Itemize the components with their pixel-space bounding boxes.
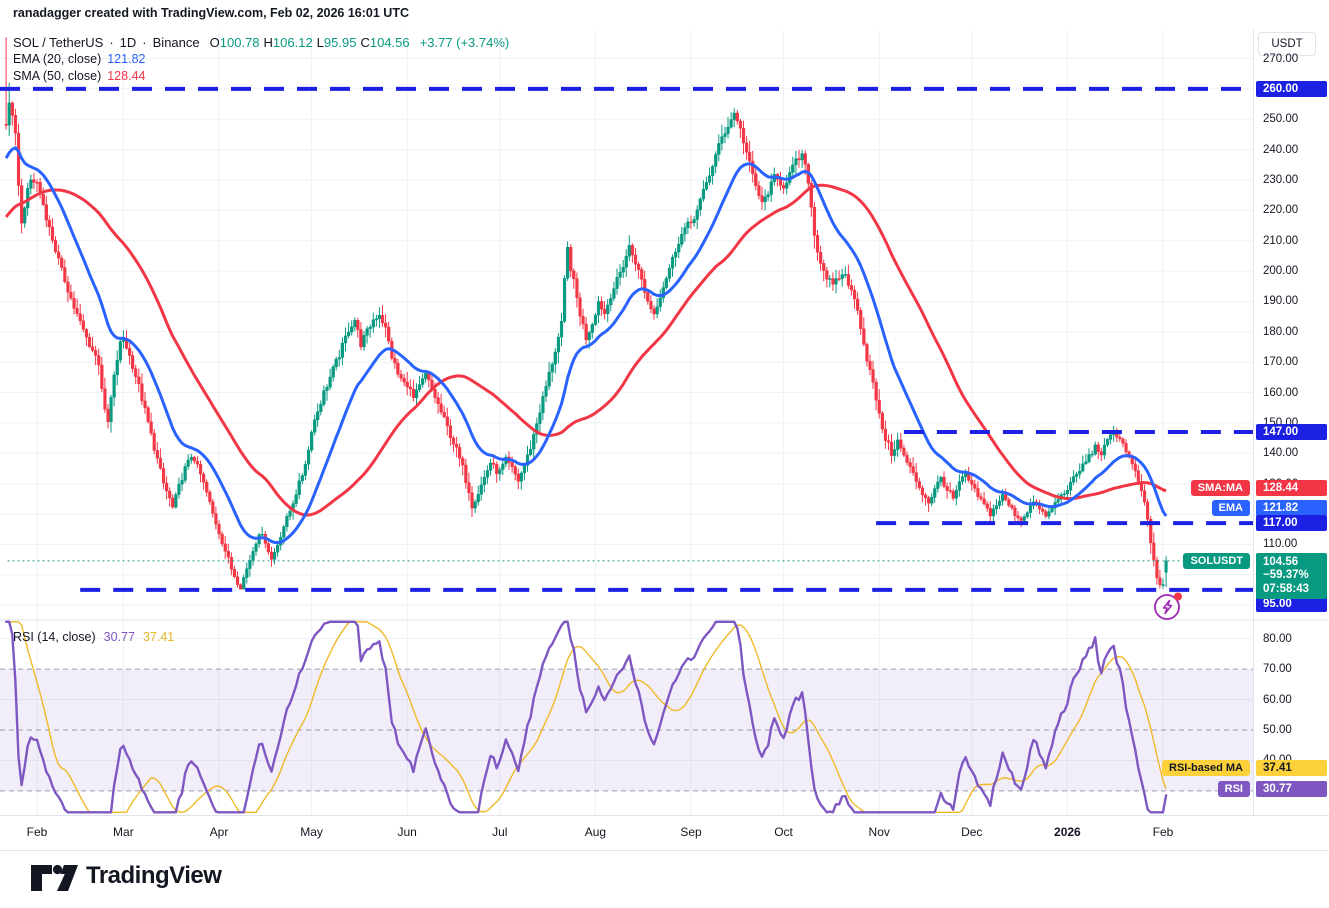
price-axis-badge: 147.00 bbox=[1256, 424, 1327, 440]
symbol-legend: SOL / TetherUS · 1D · Binance O100.78H10… bbox=[13, 34, 509, 84]
time-axis[interactable]: Feb Mar Apr May Jun Jul Aug Sep Oct Nov Dec 2026 Feb bbox=[0, 815, 1329, 851]
price-axis-label: 190.00 bbox=[1263, 295, 1298, 307]
time-axis-label: May bbox=[300, 825, 323, 839]
sma-50-line[interactable] bbox=[6, 185, 1166, 515]
flash-icon bbox=[1153, 591, 1183, 621]
ohlc-key: H bbox=[264, 35, 273, 50]
indicator-value: 121.82 bbox=[107, 52, 145, 66]
tradingview-logo-icon bbox=[30, 862, 86, 896]
series-label-ema[interactable]: EMA bbox=[1212, 500, 1250, 516]
ohlc-value: 106.12 bbox=[273, 35, 313, 50]
tradingview-chart-page: ranadagger created with TradingView.com,… bbox=[0, 0, 1329, 908]
price-axis-label: 250.00 bbox=[1263, 113, 1298, 125]
rsi-legend[interactable]: RSI (14, close) 30.77 37.41 bbox=[13, 630, 182, 644]
ohlc-key: C bbox=[360, 35, 369, 50]
price-axis-label: 240.00 bbox=[1263, 144, 1298, 156]
price-axis-badge: 37.41 bbox=[1256, 760, 1327, 776]
chart-canvas[interactable] bbox=[0, 0, 1329, 850]
legend-separator: · bbox=[142, 35, 146, 50]
price-axis-badge: 117.00 bbox=[1256, 515, 1327, 531]
symbol-interval[interactable]: 1D bbox=[120, 35, 137, 50]
rsi-legend-value: 37.41 bbox=[143, 630, 174, 644]
time-axis-label: Jun bbox=[398, 825, 417, 839]
time-axis-label: Nov bbox=[869, 825, 890, 839]
indicator-legend-row[interactable]: EMA (20, close) 121.82 bbox=[13, 51, 509, 67]
time-axis-label: Sep bbox=[680, 825, 701, 839]
ohlc-key: O bbox=[210, 35, 220, 50]
time-axis-label: Jul bbox=[492, 825, 507, 839]
price-axis-label: 60.00 bbox=[1263, 694, 1292, 706]
time-axis-label: Mar bbox=[113, 825, 134, 839]
price-axis-label: 210.00 bbox=[1263, 235, 1298, 247]
ohlc-value: 104.56 bbox=[370, 35, 410, 50]
time-axis-label: 2026 bbox=[1054, 825, 1081, 839]
footer: TradingView bbox=[0, 850, 1329, 908]
indicator-legend-row[interactable]: SMA (50, close) 128.44 bbox=[13, 68, 509, 84]
price-axis-label: 220.00 bbox=[1263, 204, 1298, 216]
rsi-legend-values: 30.77 37.41 bbox=[104, 630, 183, 644]
price-axis-label: 70.00 bbox=[1263, 663, 1292, 675]
indicator-label: SMA (50, close) bbox=[13, 69, 101, 83]
rsi-legend-value: 30.77 bbox=[104, 630, 135, 644]
flash-events-button[interactable] bbox=[1153, 591, 1183, 621]
price-axis-badge: 30.77 bbox=[1256, 781, 1327, 797]
time-axis-label: Aug bbox=[585, 825, 606, 839]
symbol-exchange: Binance bbox=[153, 35, 200, 50]
symbol-title[interactable]: SOL / TetherUS bbox=[13, 35, 103, 50]
time-axis-label: Feb bbox=[27, 825, 48, 839]
indicator-value: 128.44 bbox=[107, 69, 145, 83]
indicator-legend-rows: EMA (20, close) 121.82 SMA (50, close) 128.… bbox=[13, 51, 509, 84]
symbol-legend-row[interactable]: SOL / TetherUS · 1D · Binance O100.78H10… bbox=[13, 34, 509, 50]
price-axis-label: 110.00 bbox=[1263, 538, 1297, 550]
price-axis-label: 230.00 bbox=[1263, 174, 1298, 186]
notification-dot bbox=[1174, 593, 1182, 601]
price-axis-label: 170.00 bbox=[1263, 356, 1298, 368]
time-axis-label: Feb bbox=[1153, 825, 1174, 839]
price-axis-label: 180.00 bbox=[1263, 326, 1298, 338]
price-axis-label: 50.00 bbox=[1263, 724, 1292, 736]
price-axis-label: 200.00 bbox=[1263, 265, 1298, 277]
time-axis-label: Apr bbox=[210, 825, 229, 839]
daily-change: +3.77 (+3.74%) bbox=[420, 35, 510, 50]
ohlc-values: O100.78 H106.12 L95.95C104.56 bbox=[206, 35, 410, 50]
time-axis-label: Oct bbox=[774, 825, 793, 839]
time-axis-label: Dec bbox=[961, 825, 982, 839]
price-axis-label: 270.00 bbox=[1263, 53, 1298, 65]
price-axis-label: 160.00 bbox=[1263, 387, 1298, 399]
series-label-rsi[interactable]: RSI bbox=[1218, 781, 1250, 797]
current-price-badge: 104.56−59.37%07:58:43 bbox=[1256, 553, 1327, 600]
legend-separator: · bbox=[109, 35, 113, 50]
indicator-label: EMA (20, close) bbox=[13, 52, 101, 66]
price-axis-label: 80.00 bbox=[1263, 633, 1292, 645]
ohlc-value: 100.78 bbox=[220, 35, 260, 50]
series-label-rsi-based-ma[interactable]: RSI-based MA bbox=[1162, 760, 1250, 776]
price-axis-badge: 128.44 bbox=[1256, 480, 1327, 496]
price-axis-badge: 260.00 bbox=[1256, 81, 1327, 97]
series-label-solusdt[interactable]: SOLUSDT bbox=[1183, 553, 1250, 569]
price-axis[interactable]: USDT 270.00250.00240.00230.00220.00210.0… bbox=[1253, 30, 1329, 815]
ohlc-value: 95.95 bbox=[324, 35, 357, 50]
ohlc-key: L bbox=[317, 35, 324, 50]
series-label-sma-ma[interactable]: SMA:MA bbox=[1191, 480, 1250, 496]
price-axis-label: 140.00 bbox=[1263, 447, 1298, 459]
tradingview-logo-text[interactable]: TradingView bbox=[86, 862, 221, 890]
price-axis-badge: 121.82 bbox=[1256, 500, 1327, 516]
rsi-legend-label: RSI (14, close) bbox=[13, 630, 96, 644]
